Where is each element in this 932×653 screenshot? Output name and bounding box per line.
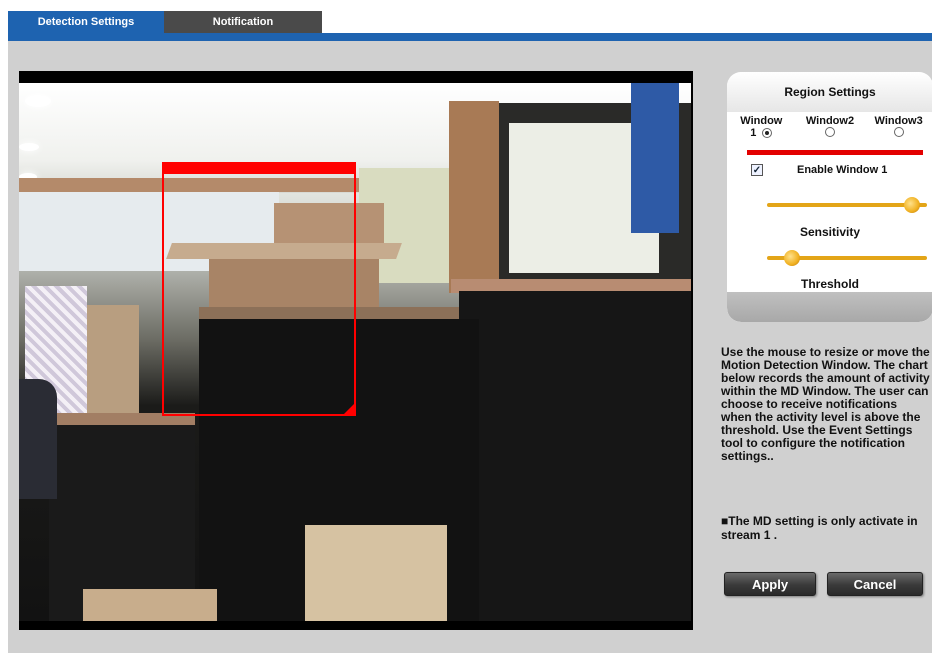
window-1-label: Window: [740, 115, 783, 127]
sensitivity-label: Sensitivity: [799, 225, 861, 239]
enable-window-checkbox[interactable]: ✓: [751, 164, 763, 176]
sensitivity-slider-knob[interactable]: [897, 197, 920, 213]
region-settings-panel: Region Settings Window 1 Window2 Window3: [727, 72, 932, 322]
window-3-label: Window3: [874, 115, 923, 127]
resize-handle-icon[interactable]: [344, 404, 354, 414]
enable-window-label: Enable Window 1: [797, 164, 888, 176]
cancel-button[interactable]: Cancel: [827, 572, 923, 596]
window-1-number: 1: [750, 127, 757, 139]
selected-window-indicator: [747, 150, 923, 155]
window-2-radio[interactable]: [824, 127, 835, 137]
main-panel: Region Settings Window 1 Window2 Window3: [8, 41, 932, 653]
stream-note-text: The MD setting is only activate in strea…: [721, 514, 918, 542]
sensitivity-slider[interactable]: [767, 197, 927, 213]
window-1-radio[interactable]: [762, 128, 773, 138]
motion-detection-window[interactable]: [162, 162, 356, 416]
threshold-label: Threshold: [800, 277, 859, 291]
window-3-radio[interactable]: [893, 127, 904, 137]
region-settings-footer: [727, 292, 932, 322]
window-2-label: Window2: [805, 115, 855, 127]
help-text: Use the mouse to resize or move the Moti…: [721, 345, 930, 463]
tab-underline: [8, 33, 932, 41]
window-option-2[interactable]: Window2: [799, 115, 861, 139]
tab-detection-settings[interactable]: Detection Settings: [8, 11, 164, 33]
window-option-3[interactable]: Window3: [868, 115, 930, 139]
window-option-1[interactable]: Window 1: [730, 115, 792, 139]
stream-note: ■The MD setting is only activate in stre…: [721, 514, 931, 542]
region-settings-title: Region Settings: [727, 72, 932, 112]
tab-notification[interactable]: Notification: [164, 11, 322, 33]
check-icon: ✓: [752, 164, 762, 176]
threshold-slider[interactable]: [767, 250, 927, 266]
apply-button[interactable]: Apply: [724, 572, 816, 596]
threshold-slider-knob[interactable]: [778, 250, 801, 266]
camera-view[interactable]: [19, 71, 693, 630]
tab-bar: Detection Settings Notification: [8, 11, 322, 33]
camera-image: [19, 83, 691, 621]
